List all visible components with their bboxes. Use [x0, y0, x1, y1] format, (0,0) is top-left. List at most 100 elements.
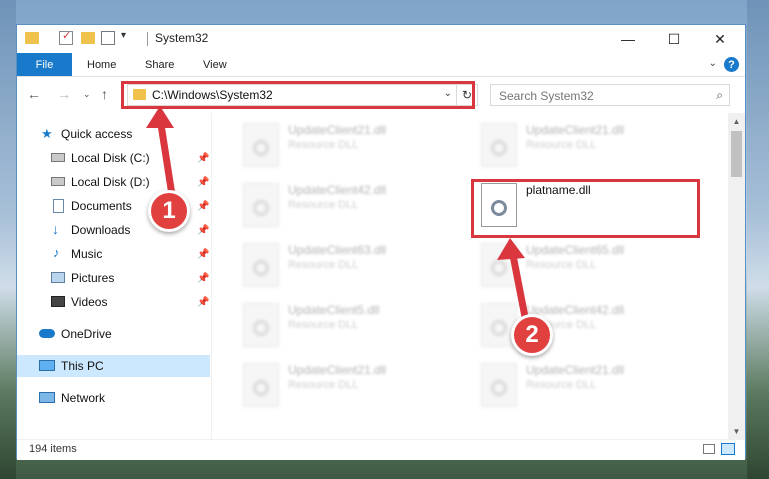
file-type: Resource DLL	[526, 379, 597, 391]
file-item[interactable]: UpdateClient42.dll Resource DLL	[471, 297, 701, 353]
pin-icon[interactable]: 📌	[197, 201, 209, 212]
ribbon-tabs: File Home Share View ⌄ ?	[17, 53, 745, 77]
dll-file-icon	[243, 183, 279, 227]
file-item[interactable]: UpdateClient42.dll Resource DLL	[233, 177, 463, 233]
file-name: UpdateClient5.dll	[288, 303, 380, 317]
dll-file-icon	[481, 243, 517, 287]
sidebar-item-pictures[interactable]: Pictures 📌	[17, 267, 210, 289]
scrollbar-thumb[interactable]	[731, 131, 742, 177]
file-name: UpdateClient21.dll	[526, 363, 625, 377]
expand-ribbon-icon[interactable]: ⌄	[709, 58, 717, 69]
file-type: Resource DLL	[526, 259, 597, 271]
back-button[interactable]: ←	[27, 86, 41, 102]
sidebar-item-label: Local Disk (C:)	[71, 151, 150, 165]
file-highlight	[471, 179, 700, 238]
scroll-up-icon[interactable]: ▲	[728, 113, 745, 129]
sidebar-item-label: Quick access	[61, 127, 133, 141]
sidebar-item-label: Downloads	[71, 223, 131, 237]
file-list: UpdateClient21.dll Resource DLL UpdateCl…	[213, 113, 729, 439]
file-item[interactable]: UpdateClient63.dll Resource DLL	[233, 237, 463, 293]
tab-home[interactable]: Home	[87, 53, 116, 76]
file-type: Resource DLL	[288, 259, 359, 271]
maximize-button[interactable]: ☐	[651, 25, 697, 53]
scroll-down-icon[interactable]: ▼	[728, 423, 745, 439]
file-item[interactable]: UpdateClient21.dll Resource DLL	[233, 357, 463, 413]
file-type: Resource DLL	[288, 379, 359, 391]
file-item[interactable]: UpdateClient21.dll Resource DLL	[233, 117, 463, 173]
dll-file-icon	[481, 123, 517, 167]
file-item[interactable]: UpdateClient65.dll Resource DLL	[471, 237, 701, 293]
window-title: System32	[155, 31, 209, 45]
file-item[interactable]: UpdateClient5.dll Resource DLL	[233, 297, 463, 353]
file-name: UpdateClient21.dll	[288, 363, 387, 377]
file-item[interactable]: UpdateClient21.dll Resource DLL	[471, 357, 701, 413]
dll-file-icon	[243, 363, 279, 407]
dll-file-icon	[243, 243, 279, 287]
forward-button[interactable]: →	[57, 86, 71, 102]
minimize-button[interactable]: —	[605, 25, 651, 53]
close-button[interactable]: ✕	[697, 25, 743, 53]
search-box[interactable]: ⌕	[490, 84, 730, 106]
properties-icon[interactable]: ✓	[59, 30, 73, 45]
pin-icon[interactable]: 📌	[197, 177, 209, 188]
title-separator	[147, 32, 148, 46]
file-type: Resource DLL	[288, 319, 359, 331]
pin-icon[interactable]: 📌	[197, 249, 209, 260]
desktop-background-right	[747, 0, 769, 479]
pin-icon[interactable]: 📌	[197, 297, 209, 308]
sidebar-item-label: Pictures	[71, 271, 115, 285]
vertical-scrollbar[interactable]: ▲ ▼	[728, 113, 745, 439]
network-icon	[39, 392, 55, 403]
dll-file-icon	[481, 363, 517, 407]
sidebar-item-label: Network	[61, 391, 106, 405]
file-type: Resource DLL	[288, 199, 359, 211]
downloads-icon: ↓	[52, 221, 59, 237]
sidebar-item-local-disk-c[interactable]: Local Disk (C:) 📌	[17, 147, 210, 169]
quick-access-dropdown-icon[interactable]: ▾	[121, 30, 135, 44]
file-name: UpdateClient63.dll	[288, 243, 387, 257]
sidebar-item-label: Local Disk (D:)	[71, 175, 150, 189]
search-input[interactable]	[497, 87, 701, 105]
sidebar-item-quick-access[interactable]: ★ Quick access	[17, 123, 210, 145]
sidebar-item-network[interactable]: Network	[17, 387, 210, 409]
status-bar: 194 items	[17, 439, 745, 460]
item-count: 194 items	[29, 443, 77, 455]
sidebar-item-label: Videos	[71, 295, 108, 309]
file-type: Resource DLL	[526, 139, 597, 151]
tab-share[interactable]: Share	[145, 53, 174, 76]
file-item[interactable]: UpdateClient21.dll Resource DLL	[471, 117, 701, 173]
star-icon: ★	[41, 126, 53, 141]
videos-icon	[51, 296, 65, 307]
recent-locations-icon[interactable]: ⌄	[83, 89, 91, 100]
up-button[interactable]: ↑	[101, 86, 108, 102]
pin-icon[interactable]: 📌	[197, 225, 209, 236]
computer-icon	[39, 360, 55, 371]
search-icon: ⌕	[716, 88, 723, 102]
sidebar-item-label: Music	[71, 247, 103, 261]
sidebar-item-onedrive[interactable]: OneDrive	[17, 323, 210, 345]
sidebar-item-music[interactable]: ♪ Music 📌	[17, 243, 210, 265]
step-1-badge: 1	[148, 190, 190, 232]
title-bar: ✓ ▾ System32 — ☐ ✕	[17, 25, 745, 53]
address-bar-highlight	[121, 81, 475, 109]
drive-icon	[51, 177, 65, 186]
sidebar-item-local-disk-d[interactable]: Local Disk (D:) 📌	[17, 171, 210, 193]
customize-quick-access-icon[interactable]	[101, 31, 115, 45]
details-view-icon[interactable]	[703, 444, 715, 454]
pin-icon[interactable]: 📌	[197, 153, 209, 164]
sidebar-item-this-pc[interactable]: This PC	[17, 355, 210, 377]
sidebar-item-videos[interactable]: Videos 📌	[17, 291, 210, 313]
tab-file[interactable]: File	[17, 53, 72, 76]
documents-icon	[53, 199, 64, 213]
file-name: UpdateClient65.dll	[526, 243, 625, 257]
tab-view[interactable]: View	[203, 53, 227, 76]
help-icon[interactable]: ?	[724, 57, 739, 72]
drive-icon	[51, 153, 65, 162]
pin-icon[interactable]: 📌	[197, 273, 209, 284]
sidebar-item-label: OneDrive	[61, 327, 112, 341]
large-icons-view-icon[interactable]	[721, 443, 735, 455]
new-folder-icon[interactable]	[81, 32, 95, 44]
folder-icon	[25, 32, 39, 44]
desktop-background-left	[0, 0, 16, 479]
dll-file-icon	[243, 303, 279, 347]
